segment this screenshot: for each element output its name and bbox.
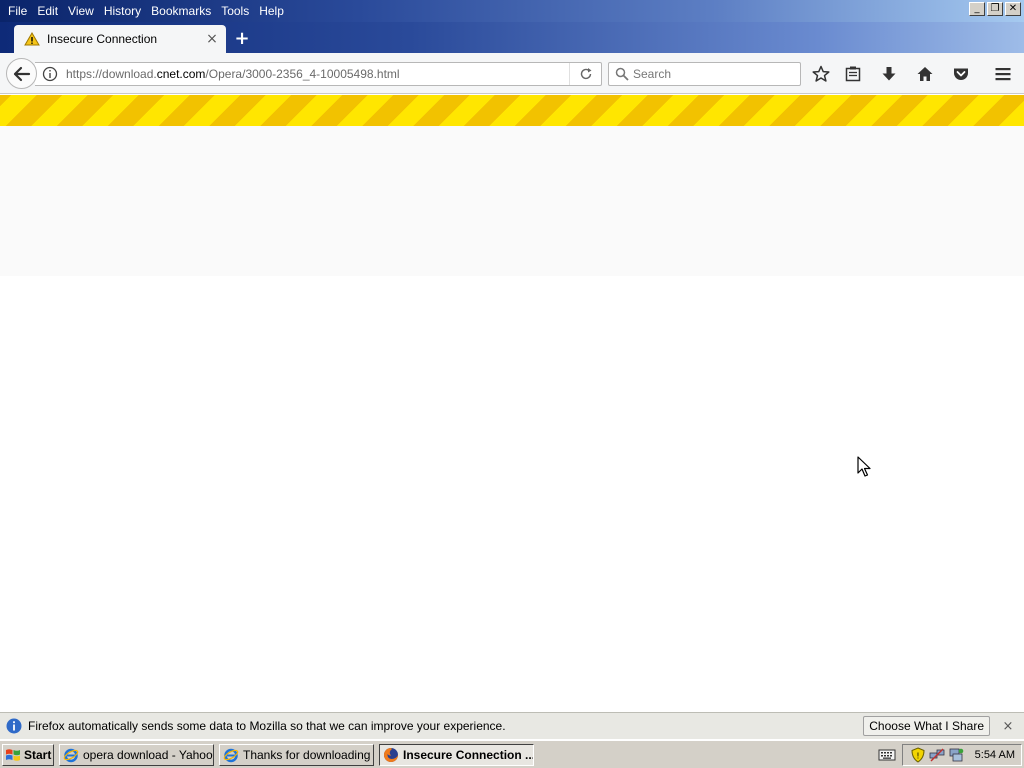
search-bar[interactable]	[608, 62, 801, 86]
ie-icon	[63, 748, 79, 762]
mouse-cursor-icon	[857, 456, 871, 477]
ie-icon	[223, 748, 239, 762]
taskbar-item-label: Insecure Connection ...	[403, 747, 534, 762]
restore-button[interactable]: ❐	[987, 2, 1003, 16]
tab-close-icon[interactable]: ×	[204, 31, 220, 47]
menu-tools[interactable]: Tools	[219, 1, 257, 21]
back-button[interactable]	[6, 58, 37, 89]
tab-insecure-connection[interactable]: Insecure Connection ×	[14, 25, 226, 53]
network-connection-icon[interactable]	[948, 747, 964, 763]
content-header-area	[0, 126, 1024, 276]
back-arrow-icon	[13, 66, 30, 81]
menu-help[interactable]: Help	[257, 1, 292, 21]
menu-edit[interactable]: Edit	[35, 1, 66, 21]
warning-stripe-band	[0, 95, 1024, 126]
info-icon[interactable]	[42, 66, 58, 82]
warning-icon	[24, 32, 40, 46]
url-text[interactable]: https://download.cnet.com/Opera/3000-235…	[66, 67, 569, 81]
reload-icon	[580, 68, 591, 80]
title-bar: File Edit View History Bookmarks Tools H…	[0, 0, 1024, 22]
taskbar-item[interactable]: opera download - Yahoo ...	[59, 743, 214, 766]
taskbar: Start opera download - Yahoo ... Thanks …	[0, 740, 1024, 768]
hamburger-menu-icon[interactable]	[994, 65, 1012, 83]
info-icon	[6, 718, 22, 734]
taskbar-item-label: Thanks for downloading ...	[243, 747, 374, 762]
menu-bookmarks[interactable]: Bookmarks	[149, 1, 219, 21]
choose-what-i-share-button[interactable]: Choose What I Share	[863, 716, 990, 736]
page-content	[0, 126, 1024, 712]
new-tab-button[interactable]: +	[232, 28, 252, 49]
url-bar[interactable]: https://download.cnet.com/Opera/3000-235…	[35, 62, 602, 86]
minimize-button[interactable]: _	[969, 2, 985, 16]
start-label: Start	[24, 747, 52, 762]
tab-strip: Insecure Connection × +	[0, 22, 1024, 53]
tab-title: Insecure Connection	[47, 32, 158, 46]
firefox-icon	[384, 747, 398, 762]
menu-bar: File Edit View History Bookmarks Tools H…	[0, 0, 292, 22]
system-tray: ! 5:54 AM	[902, 744, 1022, 766]
menu-history[interactable]: History	[102, 1, 149, 21]
menu-view[interactable]: View	[66, 1, 102, 21]
nav-toolbar: https://download.cnet.com/Opera/3000-235…	[0, 53, 1024, 94]
taskbar-item-active[interactable]: Insecure Connection ...	[379, 743, 534, 766]
taskbar-item[interactable]: Thanks for downloading ...	[219, 743, 374, 766]
svg-text:!: !	[916, 752, 919, 761]
reload-button[interactable]	[569, 63, 601, 85]
network-icon[interactable]	[929, 747, 945, 763]
url-path: /Opera/3000-2356_4-10005498.html	[205, 67, 400, 81]
keyboard-icon[interactable]	[878, 748, 896, 762]
windows-flag-icon	[6, 748, 20, 761]
start-button[interactable]: Start	[2, 743, 54, 766]
notification-text: Firefox automatically sends some data to…	[28, 719, 506, 733]
search-input[interactable]	[633, 67, 800, 81]
taskbar-item-label: opera download - Yahoo ...	[83, 747, 214, 762]
home-icon[interactable]	[916, 65, 934, 83]
window-controls: _ ❐ ✕	[969, 2, 1021, 16]
menu-file[interactable]: File	[6, 1, 35, 21]
close-icon[interactable]: ×	[1000, 718, 1016, 734]
url-host: cnet.com	[156, 67, 206, 81]
reading-list-icon[interactable]	[844, 65, 862, 83]
security-shield-icon[interactable]: !	[910, 747, 926, 763]
url-prefix: https://download.	[66, 67, 157, 81]
download-icon[interactable]	[880, 65, 898, 83]
close-window-button[interactable]: ✕	[1005, 2, 1021, 16]
pocket-icon[interactable]	[952, 65, 970, 83]
taskbar-clock[interactable]: 5:54 AM	[975, 749, 1015, 761]
search-icon	[615, 67, 629, 81]
bookmark-star-icon[interactable]	[812, 65, 830, 83]
data-reporting-notification-bar: Firefox automatically sends some data to…	[0, 712, 1024, 739]
